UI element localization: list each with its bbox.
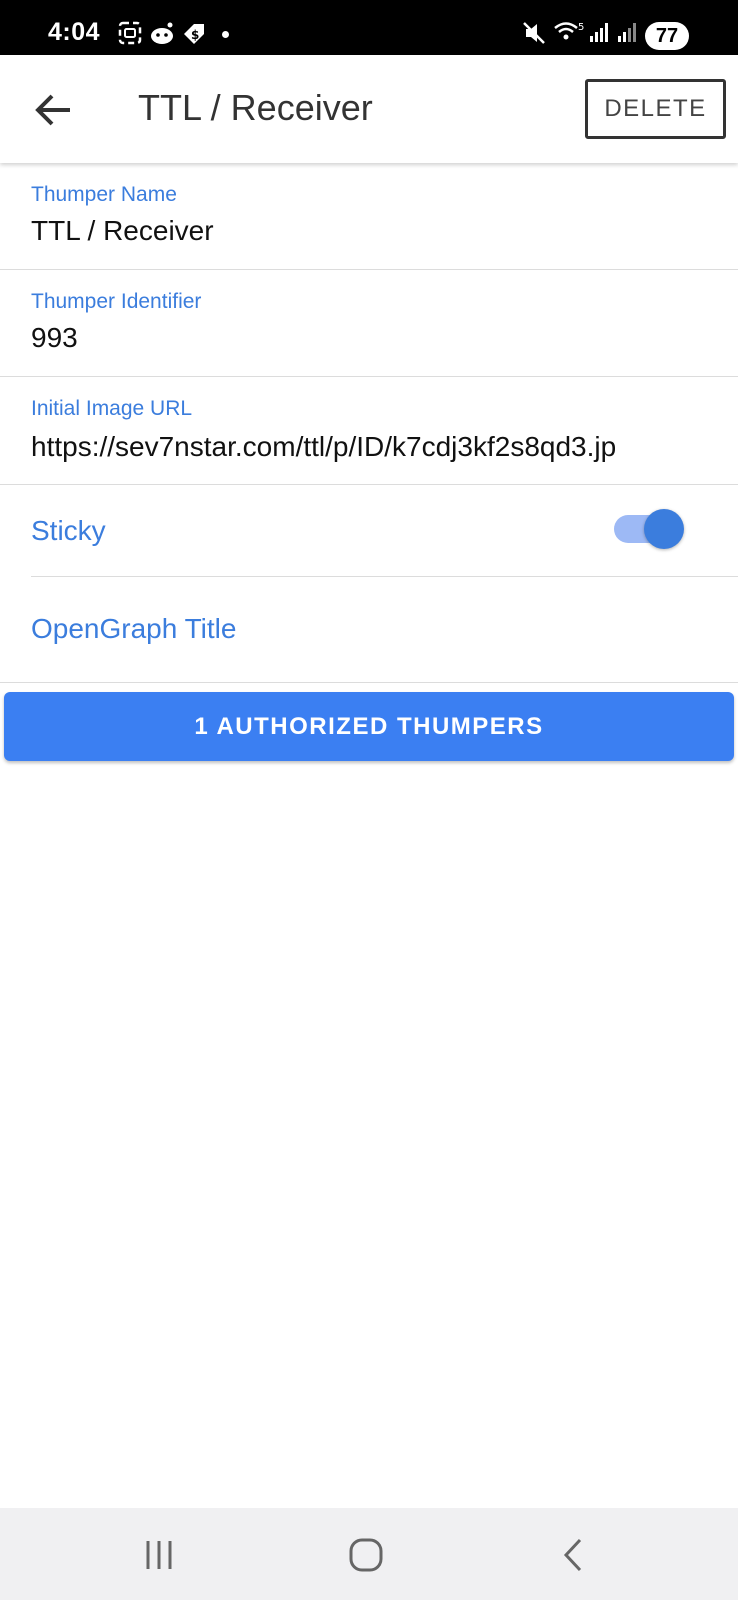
arrow-left-icon <box>35 94 70 126</box>
sticky-label: Sticky <box>31 515 106 546</box>
thumper-identifier-value[interactable]: 993 <box>31 322 711 354</box>
image-url-label: Initial Image URL <box>31 397 193 420</box>
image-url-field[interactable]: Initial Image URL https://sev7nstar.com/… <box>0 377 738 485</box>
recents-icon <box>146 1541 172 1569</box>
app-bar: TTL / Receiver DELETE <box>0 55 738 163</box>
home-icon <box>349 1538 383 1572</box>
thumper-name-value[interactable]: TTL / Receiver <box>31 215 711 247</box>
status-time: 4:04 <box>48 18 101 46</box>
opengraph-title-label: OpenGraph Title <box>31 613 237 644</box>
svg-text:5: 5 <box>578 22 584 33</box>
thumper-name-field[interactable]: Thumper Name TTL / Receiver <box>0 163 738 270</box>
system-back-button[interactable] <box>552 1533 596 1577</box>
authorized-thumpers-button[interactable]: 1 AUTHORIZED THUMPERS <box>4 692 734 761</box>
image-url-value[interactable]: https://sev7nstar.com/ttl/p/ID/k7cdj3kf2… <box>31 431 731 463</box>
back-button[interactable] <box>30 85 80 135</box>
screen: 4:04 $ 5 77 TTL / Receiver DELETE Thumpe… <box>0 0 738 1600</box>
notification-dot-icon <box>222 31 229 38</box>
delete-button[interactable]: DELETE <box>585 79 726 139</box>
sticky-toggle[interactable] <box>614 507 686 551</box>
toggle-thumb <box>644 509 684 549</box>
thumper-name-label: Thumper Name <box>31 183 177 206</box>
status-bar: 4:04 $ 5 77 <box>0 0 738 55</box>
tag-icon: $ <box>180 20 208 53</box>
battery-indicator: 77 <box>645 22 689 50</box>
sticky-row[interactable]: Sticky <box>0 485 738 577</box>
signal-icon <box>589 20 613 49</box>
home-button[interactable] <box>344 1533 388 1577</box>
opengraph-title-field[interactable]: OpenGraph Title <box>0 577 738 683</box>
page-title: TTL / Receiver <box>138 87 373 128</box>
mute-icon <box>522 20 546 51</box>
reddit-icon <box>148 20 176 51</box>
navigation-bar <box>0 1508 738 1600</box>
thumper-identifier-field[interactable]: Thumper Identifier 993 <box>0 270 738 377</box>
wifi-icon: 5 <box>553 20 587 49</box>
recents-button[interactable] <box>138 1533 182 1577</box>
screenshot-icon <box>117 20 143 51</box>
back-icon <box>563 1538 582 1572</box>
thumper-identifier-label: Thumper Identifier <box>31 290 202 313</box>
svg-text:$: $ <box>191 28 199 42</box>
signal-icon-2 <box>617 20 641 49</box>
